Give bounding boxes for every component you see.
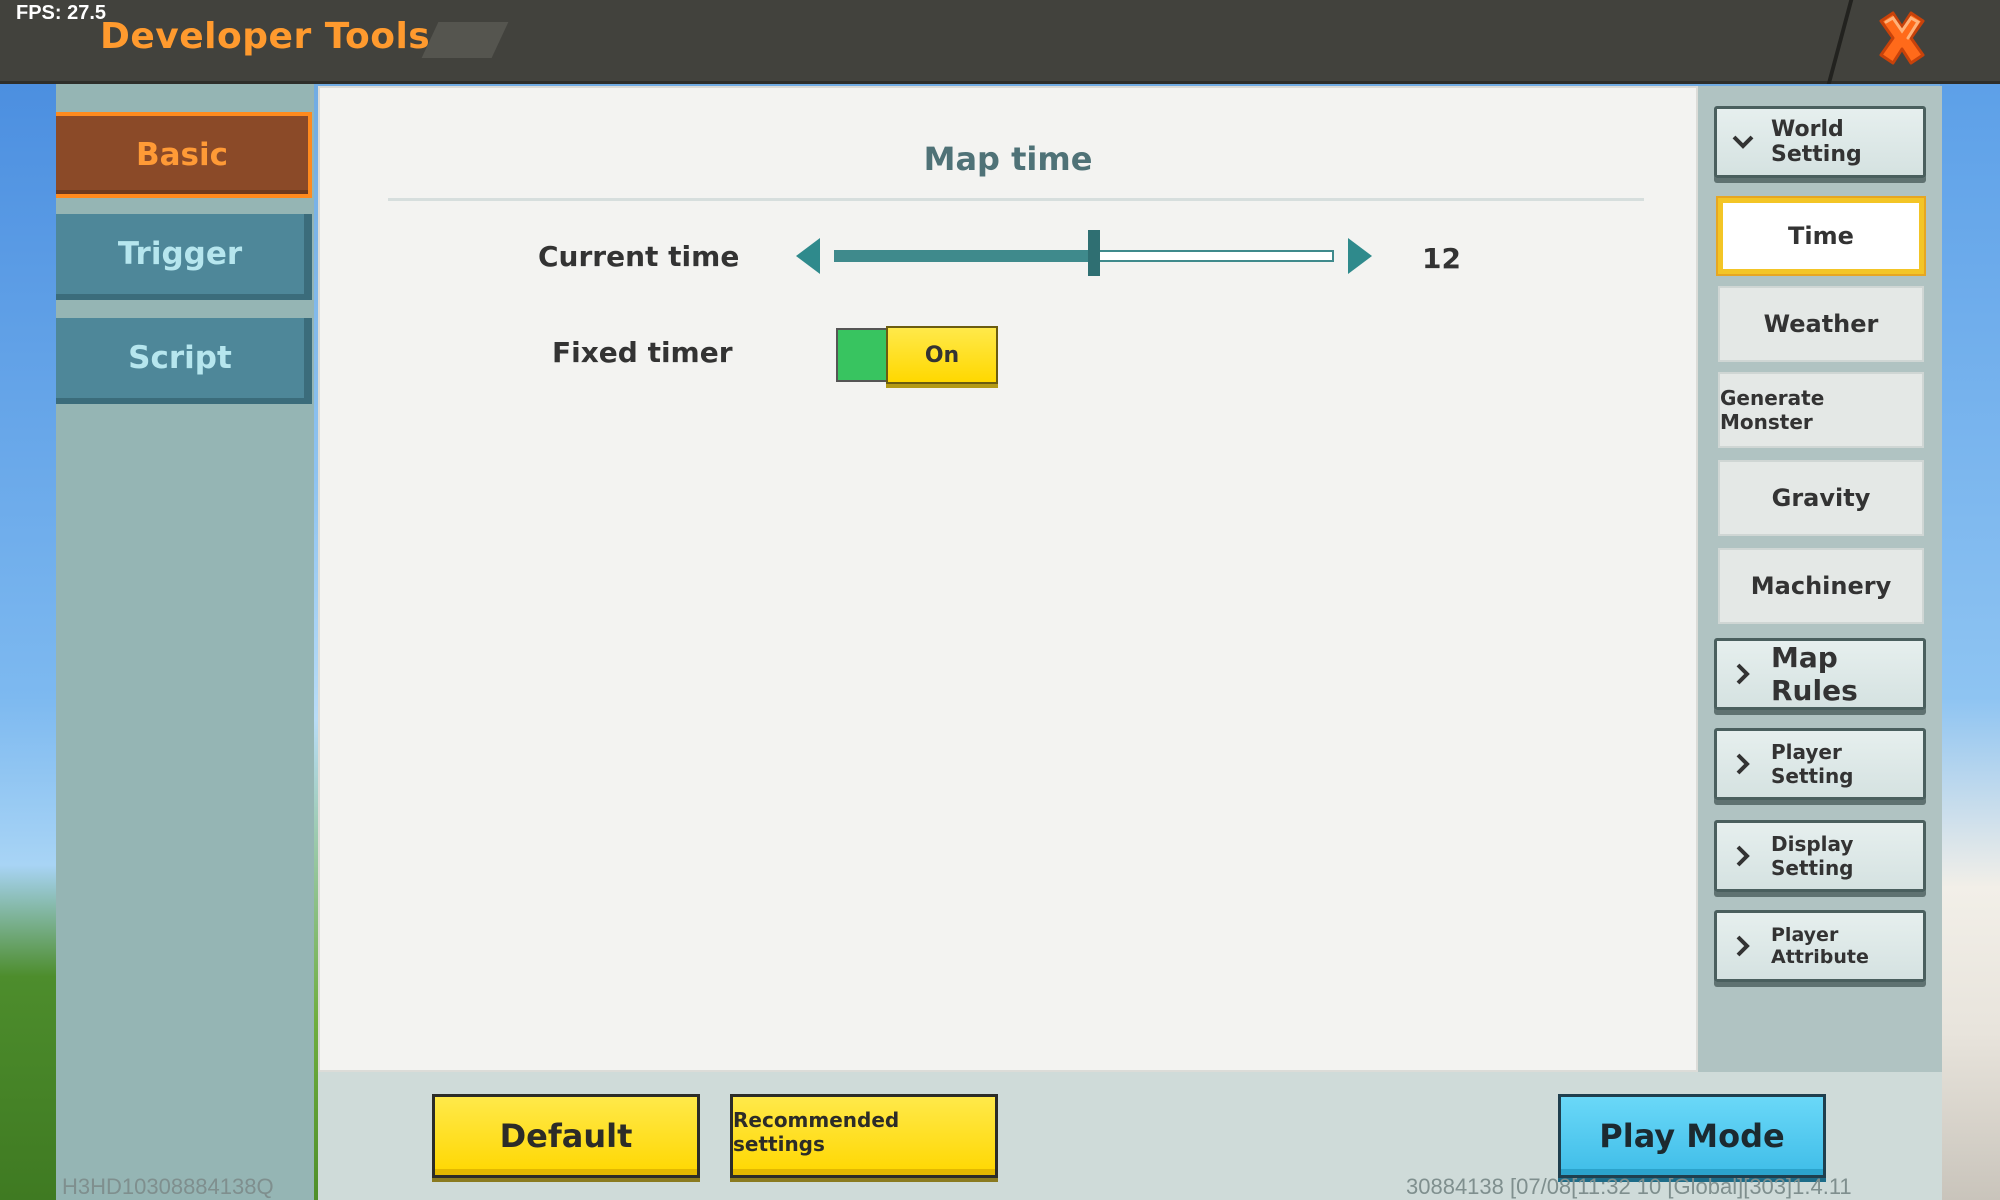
title-bar: FPS: 27.5 Developer Tools (0, 0, 2000, 84)
default-button-label: Default (499, 1117, 633, 1155)
current-time-label: Current time (538, 240, 740, 273)
chevron-down-icon (1731, 130, 1755, 154)
category-item-machinery-label: Machinery (1750, 572, 1892, 600)
recommended-settings-button-label: Recommended settings (733, 1108, 900, 1156)
category-world-setting[interactable]: World Setting (1714, 106, 1926, 178)
increase-time-arrow-icon[interactable] (1348, 238, 1372, 274)
window-title: Developer Tools (100, 16, 431, 57)
category-item-gravity-label: Gravity (1771, 484, 1871, 512)
tab-trigger[interactable]: Trigger (56, 214, 312, 300)
title-decoration (421, 22, 509, 58)
chevron-right-icon (1731, 662, 1755, 686)
title-divider (1826, 0, 1854, 84)
toggle-knob: On (886, 326, 998, 384)
category-item-time-label: Time (1788, 222, 1854, 250)
close-button[interactable] (1870, 8, 1934, 72)
decrease-time-arrow-icon[interactable] (796, 238, 820, 274)
background-world-right (1940, 84, 2000, 1200)
device-id-text: H3HD10308884138Q (62, 1174, 274, 1199)
build-info-text: 30884138 [07/08[11:32 10 [Global][303]1.… (1406, 1174, 1852, 1199)
time-slider-track[interactable] (834, 250, 1334, 262)
main-settings-panel: Map time Current time 12 Fixed timer On (318, 86, 1698, 1072)
category-map-rules-label: Map Rules (1771, 641, 1858, 707)
toggle-on-indicator (836, 328, 892, 382)
category-item-gravity[interactable]: Gravity (1718, 460, 1924, 536)
chevron-right-icon (1731, 934, 1755, 958)
category-map-rules[interactable]: Map Rules (1714, 638, 1926, 710)
category-player-setting[interactable]: Player Setting (1714, 728, 1926, 800)
fixed-timer-toggle[interactable]: On (836, 326, 1000, 386)
tab-trigger-label: Trigger (117, 236, 243, 272)
category-player-setting-label: Player Setting (1771, 740, 1854, 788)
tab-script-label: Script (128, 340, 232, 376)
close-x-icon (1873, 9, 1931, 71)
tab-basic[interactable]: Basic (56, 112, 312, 198)
category-item-generate-monster[interactable]: Generate Monster (1718, 372, 1924, 448)
category-player-attribute-label: Player Attribute (1771, 924, 1869, 968)
category-item-generate-monster-label: Generate Monster (1720, 386, 1825, 434)
section-title: Map time (923, 140, 1093, 178)
left-tab-column: Basic Trigger Script (56, 84, 314, 1200)
category-world-setting-label: World Setting (1771, 117, 1862, 167)
chevron-right-icon (1731, 844, 1755, 868)
toggle-state-label: On (924, 342, 960, 368)
category-item-weather-label: Weather (1763, 310, 1879, 338)
play-mode-button[interactable]: Play Mode (1558, 1094, 1826, 1178)
play-mode-button-label: Play Mode (1599, 1117, 1785, 1155)
chevron-right-icon (1731, 752, 1755, 776)
tab-basic-label: Basic (135, 137, 228, 173)
category-item-time[interactable]: Time (1718, 198, 1924, 274)
current-time-value: 12 (1422, 242, 1461, 275)
time-slider-handle[interactable] (1088, 230, 1100, 276)
category-item-machinery[interactable]: Machinery (1718, 548, 1924, 624)
background-world-left (0, 84, 60, 1200)
category-column: World Setting Time Weather Generate Mons… (1698, 86, 1942, 1072)
recommended-settings-button[interactable]: Recommended settings (730, 1094, 998, 1178)
category-display-setting[interactable]: Display Setting (1714, 820, 1926, 892)
section-divider (388, 198, 1644, 201)
fixed-timer-label: Fixed timer (552, 336, 733, 369)
fps-counter: FPS: 27.5 (16, 2, 107, 24)
category-display-setting-label: Display Setting (1771, 832, 1854, 880)
category-item-weather[interactable]: Weather (1718, 286, 1924, 362)
category-player-attribute[interactable]: Player Attribute (1714, 910, 1926, 982)
tab-script[interactable]: Script (56, 318, 312, 404)
default-button[interactable]: Default (432, 1094, 700, 1178)
time-slider-fill (836, 252, 1094, 260)
